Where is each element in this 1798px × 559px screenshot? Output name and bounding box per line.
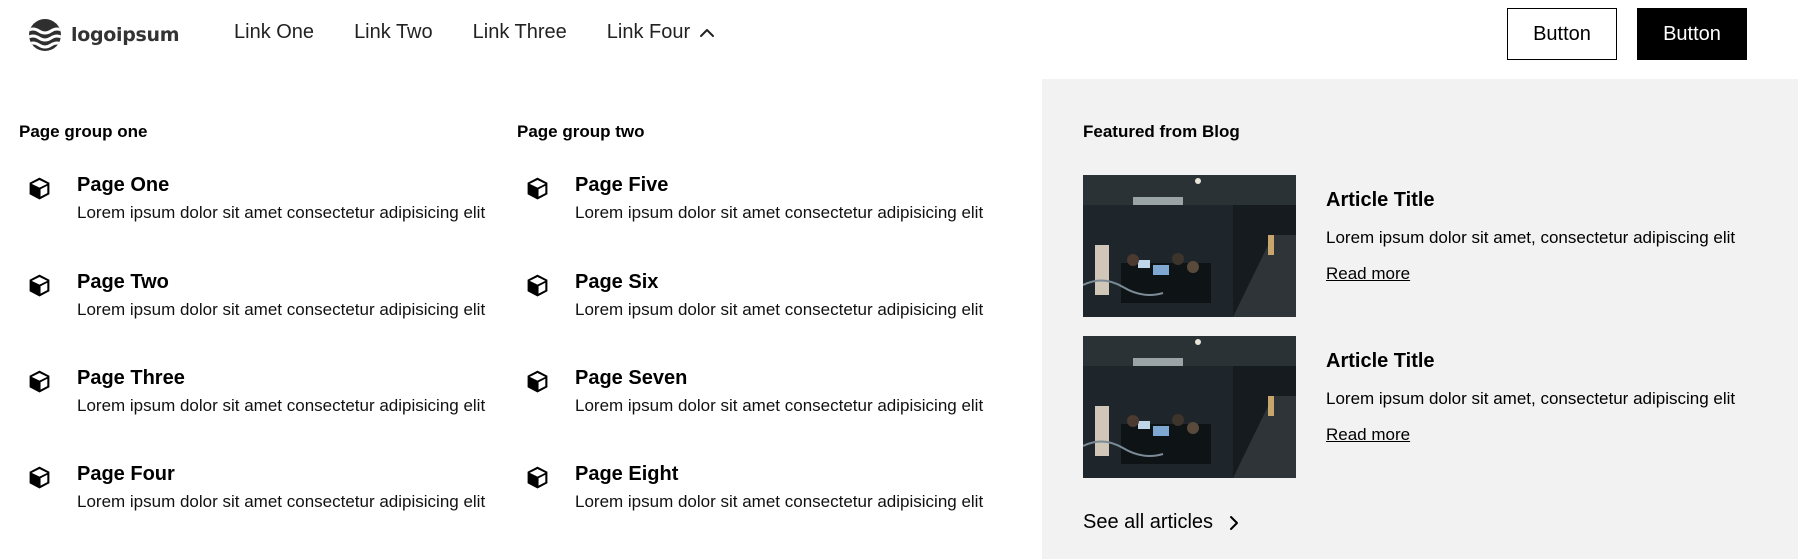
article-description: Lorem ipsum dolor sit amet, consectetur … <box>1326 228 1736 247</box>
page-title: Page One <box>77 174 170 196</box>
chevron-right-icon <box>1230 515 1239 530</box>
cube-icon <box>29 177 50 200</box>
read-more-link[interactable]: Read more <box>1326 264 1410 284</box>
featured-blog-panel: Featured from Blog Article Title Lorem i… <box>1042 79 1798 559</box>
page-description: Lorem ipsum dolor sit amet consectetur a… <box>575 203 984 222</box>
chevron-up-icon <box>700 28 715 37</box>
page-description: Lorem ipsum dolor sit amet consectetur a… <box>77 396 486 415</box>
mega-menu: Page group one Page One Lorem ipsum dolo… <box>0 79 1798 559</box>
logo-waves-icon <box>29 19 61 51</box>
article-card: Article Title Lorem ipsum dolor sit amet… <box>1083 175 1763 317</box>
page-title: Page Five <box>575 174 669 196</box>
article-title: Article Title <box>1326 189 1435 211</box>
cube-icon <box>29 466 50 489</box>
logo[interactable]: logoipsum <box>27 19 180 51</box>
nav-link-four[interactable]: Link Four <box>607 21 716 44</box>
page-description: Lorem ipsum dolor sit amet consectetur a… <box>575 300 984 319</box>
group-title: Page group two <box>517 122 645 141</box>
main-nav: Link One Link Two Link Three Link Four <box>234 21 756 44</box>
article-thumbnail[interactable] <box>1083 175 1296 317</box>
nav-link-one[interactable]: Link One <box>234 21 314 44</box>
blog-section-title: Featured from Blog <box>1083 122 1240 141</box>
page-description: Lorem ipsum dolor sit amet consectetur a… <box>575 492 984 511</box>
page-description: Lorem ipsum dolor sit amet consectetur a… <box>77 492 486 511</box>
logo-text: logoipsum <box>71 24 180 46</box>
cube-icon <box>527 274 548 297</box>
nav-link-three[interactable]: Link Three <box>473 21 567 44</box>
page-description: Lorem ipsum dolor sit amet consectetur a… <box>77 203 486 222</box>
primary-button[interactable]: Button <box>1637 8 1747 60</box>
page-title: Page Four <box>77 463 175 485</box>
read-more-link[interactable]: Read more <box>1326 425 1410 445</box>
page-title: Page Six <box>575 271 659 293</box>
see-all-label: See all articles <box>1083 511 1214 533</box>
nav-link-four-label: Link Four <box>606 21 691 43</box>
group-title: Page group one <box>19 122 148 141</box>
page-description: Lorem ipsum dolor sit amet consectetur a… <box>77 300 486 319</box>
cube-icon <box>527 370 548 393</box>
cube-icon <box>29 274 50 297</box>
cube-icon <box>527 466 548 489</box>
nav-link-two[interactable]: Link Two <box>354 21 433 44</box>
cube-icon <box>29 370 50 393</box>
page-title: Page Three <box>77 367 185 389</box>
article-title: Article Title <box>1326 350 1435 372</box>
page-description: Lorem ipsum dolor sit amet consectetur a… <box>575 396 984 415</box>
navbar: logoipsum Link One Link Two Link Three L… <box>0 0 1798 68</box>
page-title: Page Two <box>77 271 169 293</box>
article-thumbnail[interactable] <box>1083 336 1296 478</box>
secondary-button[interactable]: Button <box>1507 8 1617 60</box>
cube-icon <box>527 177 548 200</box>
header-buttons: Button Button <box>1507 8 1747 60</box>
page-title: Page Eight <box>575 463 679 485</box>
article-description: Lorem ipsum dolor sit amet, consectetur … <box>1326 389 1736 408</box>
page-title: Page Seven <box>575 367 688 389</box>
see-all-articles-link[interactable]: See all articles <box>1083 511 1243 534</box>
article-card: Article Title Lorem ipsum dolor sit amet… <box>1083 336 1763 478</box>
